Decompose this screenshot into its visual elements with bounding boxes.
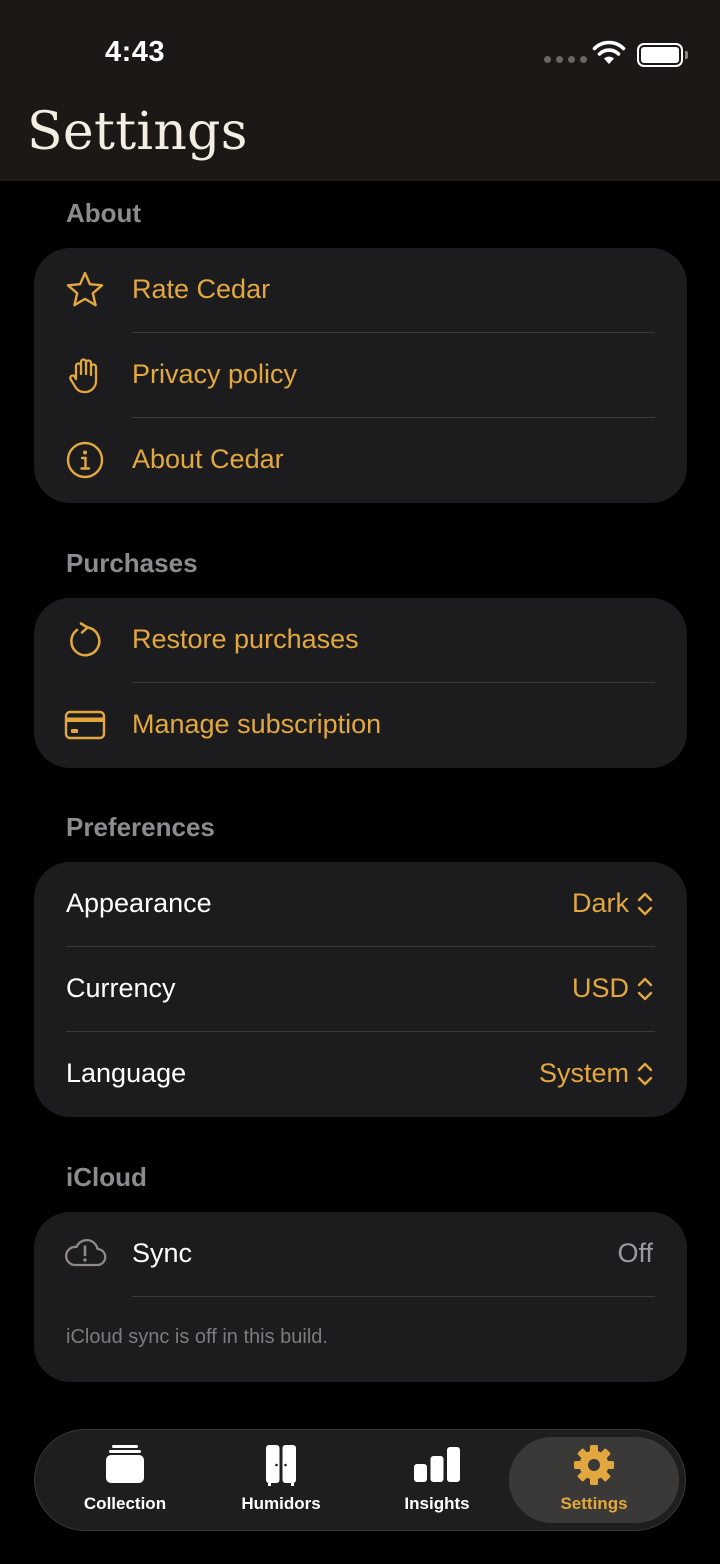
- purchases-card: Restore purchases Manage subscription: [34, 598, 687, 768]
- language-label: Language: [66, 1058, 187, 1088]
- preferences-card: Appearance Dark Currency USD Language Sy…: [34, 862, 687, 1117]
- chevron-up-down-icon: [637, 892, 653, 915]
- cloud-alert-icon: [65, 1238, 107, 1267]
- tab-label-settings: Settings: [560, 1494, 628, 1513]
- section-header-purchases: Purchases: [66, 548, 198, 578]
- page-title: Settings: [27, 102, 248, 162]
- restore-purchases-row[interactable]: Restore purchases: [34, 598, 687, 683]
- humidor-icon: [266, 1445, 296, 1486]
- section-header-about: About: [66, 198, 142, 228]
- status-bar: 4:43: [0, 0, 720, 100]
- collection-icon: [106, 1445, 144, 1483]
- sync-value: Off: [617, 1238, 653, 1268]
- sync-row[interactable]: Sync Off: [34, 1212, 687, 1297]
- chevron-up-down-icon: [637, 1062, 653, 1085]
- info-icon: [66, 441, 104, 479]
- tab-humidors[interactable]: Humidors: [206, 1430, 356, 1530]
- battery-icon: [637, 43, 688, 67]
- tab-settings[interactable]: Settings: [509, 1437, 679, 1523]
- appearance-picker[interactable]: Dark: [572, 888, 653, 919]
- icloud-card: Sync Off iCloud sync is off in this buil…: [34, 1212, 687, 1382]
- icloud-footnote: iCloud sync is off in this build.: [66, 1326, 328, 1348]
- chevron-up-down-icon: [637, 977, 653, 1000]
- sync-label: Sync: [132, 1238, 193, 1268]
- gear-icon: [574, 1445, 614, 1485]
- wifi-icon: [592, 40, 626, 64]
- about-card: Rate Cedar Privacy policy About Cedar: [34, 248, 687, 503]
- currency-value: USD: [571, 973, 629, 1003]
- tab-label-humidors: Humidors: [241, 1494, 321, 1513]
- language-value: System: [538, 1058, 629, 1088]
- rate-cedar-label: Rate Cedar: [132, 274, 271, 304]
- tab-collection[interactable]: Collection: [50, 1430, 200, 1530]
- tab-insights[interactable]: Insights: [362, 1430, 512, 1530]
- appearance-label: Appearance: [66, 888, 212, 918]
- manage-subscription-label: Manage subscription: [132, 709, 382, 739]
- manage-subscription-row[interactable]: Manage subscription: [34, 683, 687, 768]
- status-time: 4:43: [105, 36, 166, 68]
- restore-purchases-label: Restore purchases: [132, 624, 359, 654]
- currency-row[interactable]: Currency USD: [34, 947, 687, 1032]
- bar-chart-icon: [414, 1447, 460, 1482]
- appearance-row[interactable]: Appearance Dark: [34, 862, 687, 947]
- about-cedar-row[interactable]: About Cedar: [34, 418, 687, 503]
- section-header-icloud: iCloud: [66, 1162, 147, 1192]
- refresh-icon: [70, 622, 101, 657]
- rate-cedar-row[interactable]: Rate Cedar: [34, 248, 687, 333]
- credit-card-icon: [64, 710, 106, 740]
- tab-label-insights: Insights: [404, 1494, 470, 1513]
- currency-picker[interactable]: USD: [572, 973, 653, 1004]
- language-picker[interactable]: System: [539, 1058, 653, 1089]
- cellular-signal-icon: [544, 56, 587, 63]
- about-cedar-label: About Cedar: [132, 444, 284, 474]
- privacy-policy-row[interactable]: Privacy policy: [34, 333, 687, 418]
- row-divider: [132, 1296, 655, 1297]
- tab-label-collection: Collection: [83, 1494, 167, 1513]
- section-header-preferences: Preferences: [66, 812, 215, 842]
- navigation-header: Settings: [0, 100, 720, 181]
- language-row[interactable]: Language System: [34, 1032, 687, 1117]
- appearance-value: Dark: [571, 888, 629, 918]
- tab-bar: Collection Humidors Insights Settings: [34, 1429, 686, 1531]
- star-icon: [66, 271, 104, 307]
- currency-label: Currency: [66, 973, 176, 1003]
- privacy-policy-label: Privacy policy: [132, 359, 298, 389]
- hand-icon: [69, 358, 98, 394]
